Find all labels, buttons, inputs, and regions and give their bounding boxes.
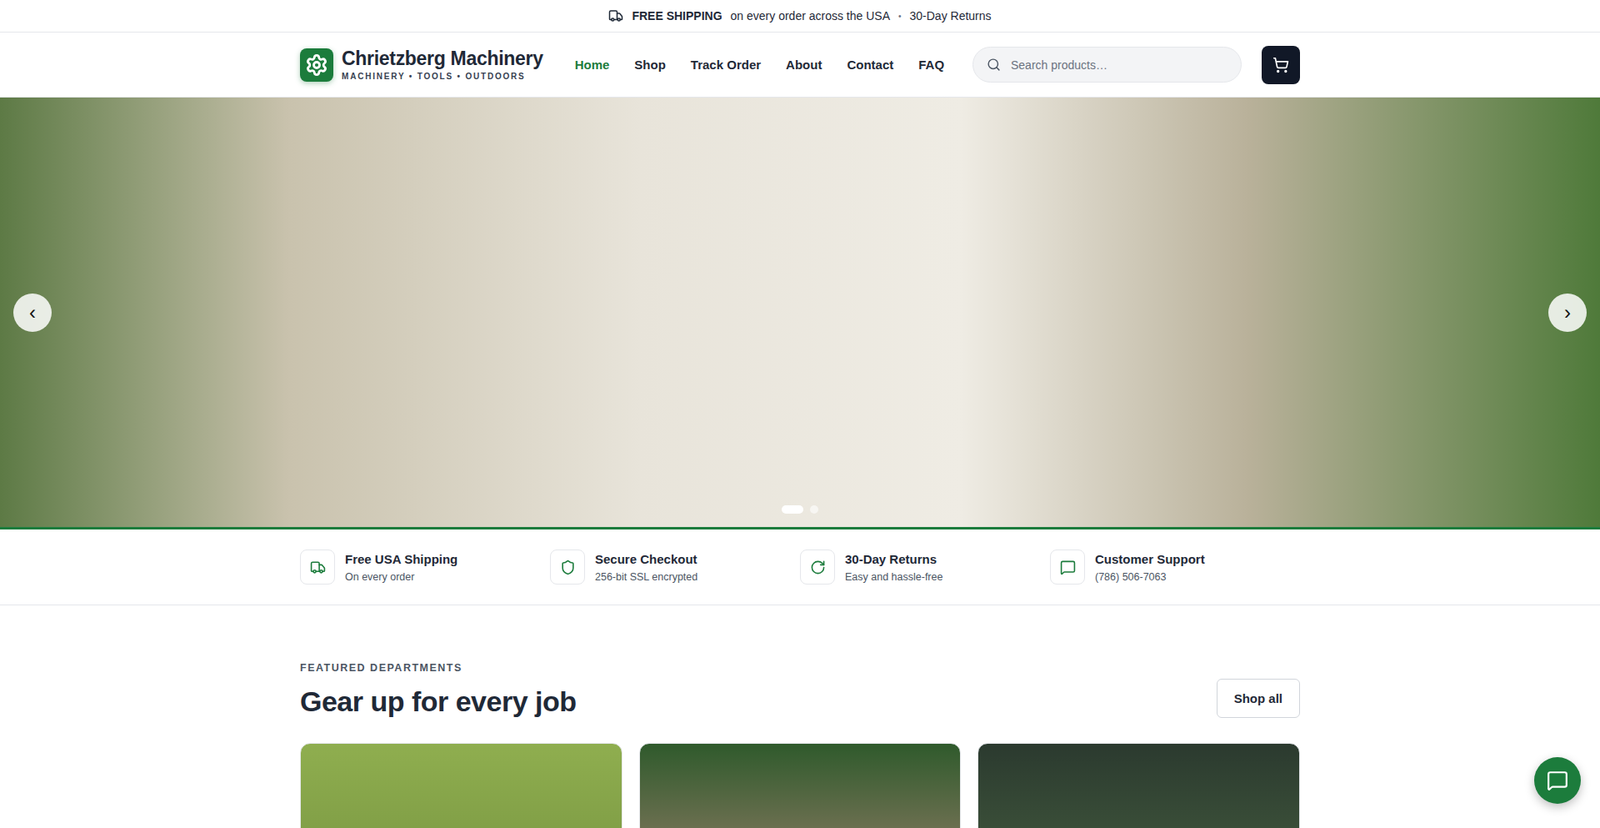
- carousel-dots: [781, 505, 819, 514]
- shield-icon: [560, 559, 576, 575]
- feature-title: 30-Day Returns: [845, 551, 943, 566]
- logo[interactable]: Chrietzberg MachineryMACHINERY • TOOLS •…: [300, 48, 544, 82]
- feature-title: Secure Checkout: [595, 551, 698, 566]
- brand-tagline: MACHINERY • TOOLS • OUTDOORS: [341, 71, 544, 81]
- announcement-highlight: FREE SHIPPING: [631, 9, 722, 23]
- truck-icon: [310, 559, 326, 575]
- chat-button[interactable]: [1534, 756, 1581, 804]
- department-card[interactable]: [300, 742, 623, 828]
- departments-section: FEATURED DEPARTMENTS Gear up for every jo…: [300, 605, 1300, 828]
- department-card[interactable]: [977, 742, 1300, 828]
- gear-icon: [305, 53, 329, 77]
- shop-all-button[interactable]: Shop all: [1216, 678, 1300, 718]
- next-button[interactable]: ›: [1548, 293, 1587, 332]
- feature-title: Customer Support: [1095, 551, 1205, 566]
- cart-button[interactable]: [1261, 45, 1300, 85]
- feature-item: Secure Checkout 256-bit SSL encrypted: [550, 549, 800, 585]
- feature-subtitle: Easy and hassle-free: [845, 570, 943, 583]
- section-title: Gear up for every job: [300, 685, 577, 718]
- nav-link[interactable]: About: [785, 57, 822, 72]
- header: Chrietzberg MachineryMACHINERY • TOOLS •…: [0, 32, 1600, 98]
- carousel-dot[interactable]: [781, 505, 804, 514]
- message-icon: [1060, 559, 1076, 575]
- feature-title: Free USA Shipping: [345, 551, 458, 566]
- feature-strip: Free USA Shipping On every order Secure Ch…: [0, 529, 1600, 605]
- cart-icon: [1272, 56, 1290, 74]
- feature-item: 30-Day Returns Easy and hassle-free: [800, 549, 1050, 585]
- feature-item: Free USA Shipping On every order: [300, 549, 550, 585]
- carousel-dot[interactable]: [810, 505, 819, 514]
- hero-carousel: ‹›: [0, 97, 1600, 530]
- announcement-text: on every order across the USA: [730, 9, 890, 23]
- department-card[interactable]: [639, 742, 962, 828]
- feature-subtitle: 256-bit SSL encrypted: [595, 570, 698, 583]
- feature-item: Customer Support (786) 506-7063: [1050, 549, 1300, 585]
- announcement-extra: 30-Day Returns: [910, 9, 992, 23]
- nav-link[interactable]: Contact: [846, 57, 894, 72]
- main-nav: Home Shop Track Order About Contact FAQ: [575, 57, 945, 72]
- rotate-icon: [810, 559, 826, 575]
- search-field[interactable]: [972, 46, 1242, 83]
- prev-button[interactable]: ‹: [13, 293, 52, 332]
- search-input[interactable]: [1009, 57, 1228, 73]
- nav-link[interactable]: Shop: [634, 57, 666, 72]
- nav-link[interactable]: Home: [575, 57, 610, 72]
- brand-name: Chrietzberg Machinery: [341, 48, 544, 70]
- feature-subtitle: (786) 506-7063: [1095, 570, 1205, 583]
- section-eyebrow: FEATURED DEPARTMENTS: [300, 661, 577, 674]
- truck-icon: [608, 8, 624, 24]
- feature-subtitle: On every order: [345, 570, 458, 583]
- logo-mark: [300, 48, 334, 82]
- announcement-separator: •: [898, 11, 902, 21]
- announcement-bar: FREE SHIPPING on every order across the U…: [0, 0, 1600, 33]
- search-icon: [986, 57, 1001, 72]
- nav-link[interactable]: Track Order: [690, 57, 761, 72]
- nav-link[interactable]: FAQ: [918, 57, 945, 72]
- chat-icon: [1546, 769, 1569, 791]
